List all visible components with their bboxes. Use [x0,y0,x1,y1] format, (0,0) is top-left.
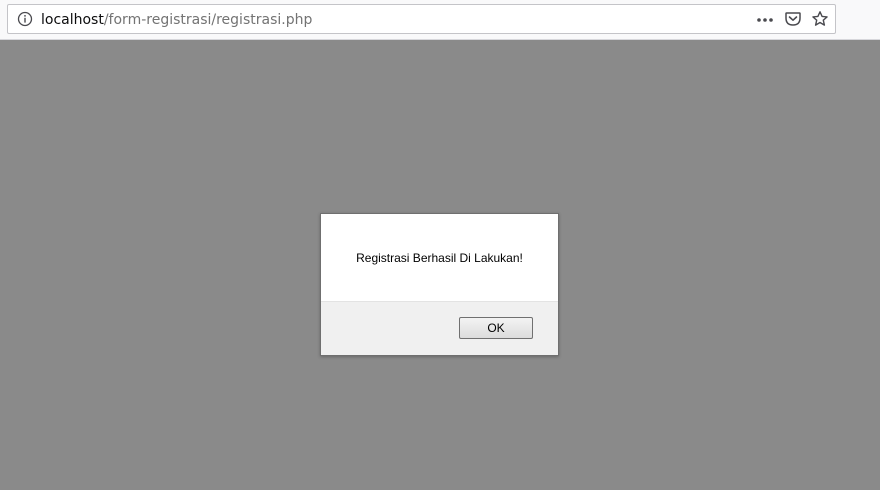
browser-toolbar: localhost/form-registrasi/registrasi.php [0,0,880,40]
url-bar[interactable]: localhost/form-registrasi/registrasi.php [7,4,836,34]
url-text[interactable]: localhost/form-registrasi/registrasi.php [41,11,312,29]
alert-dialog: Registrasi Berhasil Di Lakukan! OK [320,213,559,356]
ok-button[interactable]: OK [459,317,533,339]
url-path: /form-registrasi/registrasi.php [103,12,313,28]
dialog-message: Registrasi Berhasil Di Lakukan! [356,250,523,265]
url-host: localhost [41,12,104,28]
star-icon[interactable] [811,10,829,28]
info-icon[interactable] [17,11,33,27]
pocket-icon[interactable] [784,10,802,28]
dialog-footer: OK [321,301,558,355]
page-actions-icon[interactable] [756,11,774,29]
